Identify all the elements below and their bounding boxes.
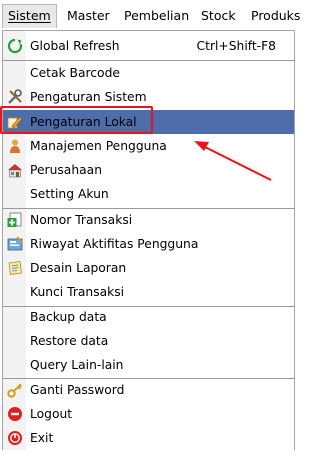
exit-icon [7,430,23,446]
menu-item-ganti-password[interactable]: Ganti Password [3,378,294,402]
menu-item-label: Perusahaan [30,163,102,177]
menu-item-shortcut: Ctrl+Shift-F8 [196,39,276,53]
menu-item-label: Backup data [30,310,107,324]
menu-item-label: Query Lain-lain [30,358,124,372]
menu-item-label: Manajemen Pengguna [30,139,167,153]
menu-item-logout[interactable]: Logout [3,402,294,426]
menu-item-label: Logout [30,407,73,421]
menu-item-label: Setting Akun [30,187,109,201]
tools-icon [7,89,23,105]
menu-item-nomor-transaksi[interactable]: Nomor Transaksi [3,208,294,232]
user-icon [7,138,23,154]
key-icon [7,382,23,398]
menu-bar: Sistem Master Pembelian Stock Produks [0,0,300,32]
menu-sistem-label: Sistem [8,8,51,23]
menu-item-label: Ganti Password [30,383,125,397]
menu-produksi[interactable]: Produks [251,4,300,28]
report-design-icon [7,260,23,276]
menu-item-riwayat-aktifitas-pengguna[interactable]: Riwayat Aktifitas Pengguna [3,232,294,256]
refresh-icon [7,38,23,54]
menu-stock-label: Stock [201,8,236,23]
sistem-dropdown-menu: Global Refresh Ctrl+Shift-F8 Cetak Barco… [2,30,295,450]
menu-item-label: Nomor Transaksi [30,213,133,227]
menu-stock[interactable]: Stock [201,4,236,28]
menu-master[interactable]: Master [67,4,110,28]
menu-item-exit[interactable]: Exit [3,426,294,450]
menu-pembelian-label: Pembelian [124,8,190,23]
menu-sistem[interactable]: Sistem [2,4,57,28]
menu-item-label: Exit [30,431,54,445]
highlight-annotation-box [0,106,153,134]
menu-produksi-label: Produks [251,8,301,23]
menu-item-manajemen-pengguna[interactable]: Manajemen Pengguna [3,134,294,158]
logout-icon [7,406,23,422]
menu-master-label: Master [67,8,110,23]
menu-item-backup-data[interactable]: Backup data [3,305,294,329]
menu-item-label: Kunci Transaksi [30,285,125,299]
menu-pembelian[interactable]: Pembelian [124,4,189,28]
menu-item-setting-akun[interactable]: Setting Akun [3,182,294,206]
menu-item-label: Global Refresh [30,39,120,53]
menu-item-cetak-barcode[interactable]: Cetak Barcode [3,61,294,85]
menu-item-perusahaan[interactable]: Perusahaan [3,158,294,182]
menu-item-label: Riwayat Aktifitas Pengguna [30,237,199,251]
menu-item-desain-laporan[interactable]: Desain Laporan [3,256,294,280]
menu-item-kunci-transaksi[interactable]: Kunci Transaksi [3,280,294,304]
menu-item-restore-data[interactable]: Restore data [3,329,294,353]
history-icon [7,236,23,252]
add-document-icon [7,212,23,228]
menu-item-label: Desain Laporan [30,261,127,275]
menu-item-label: Cetak Barcode [30,66,120,80]
building-icon [7,162,23,178]
menu-item-label: Restore data [30,334,109,348]
menu-item-query-lain-lain[interactable]: Query Lain-lain [3,353,294,377]
menu-item-global-refresh[interactable]: Global Refresh Ctrl+Shift-F8 [3,34,294,58]
